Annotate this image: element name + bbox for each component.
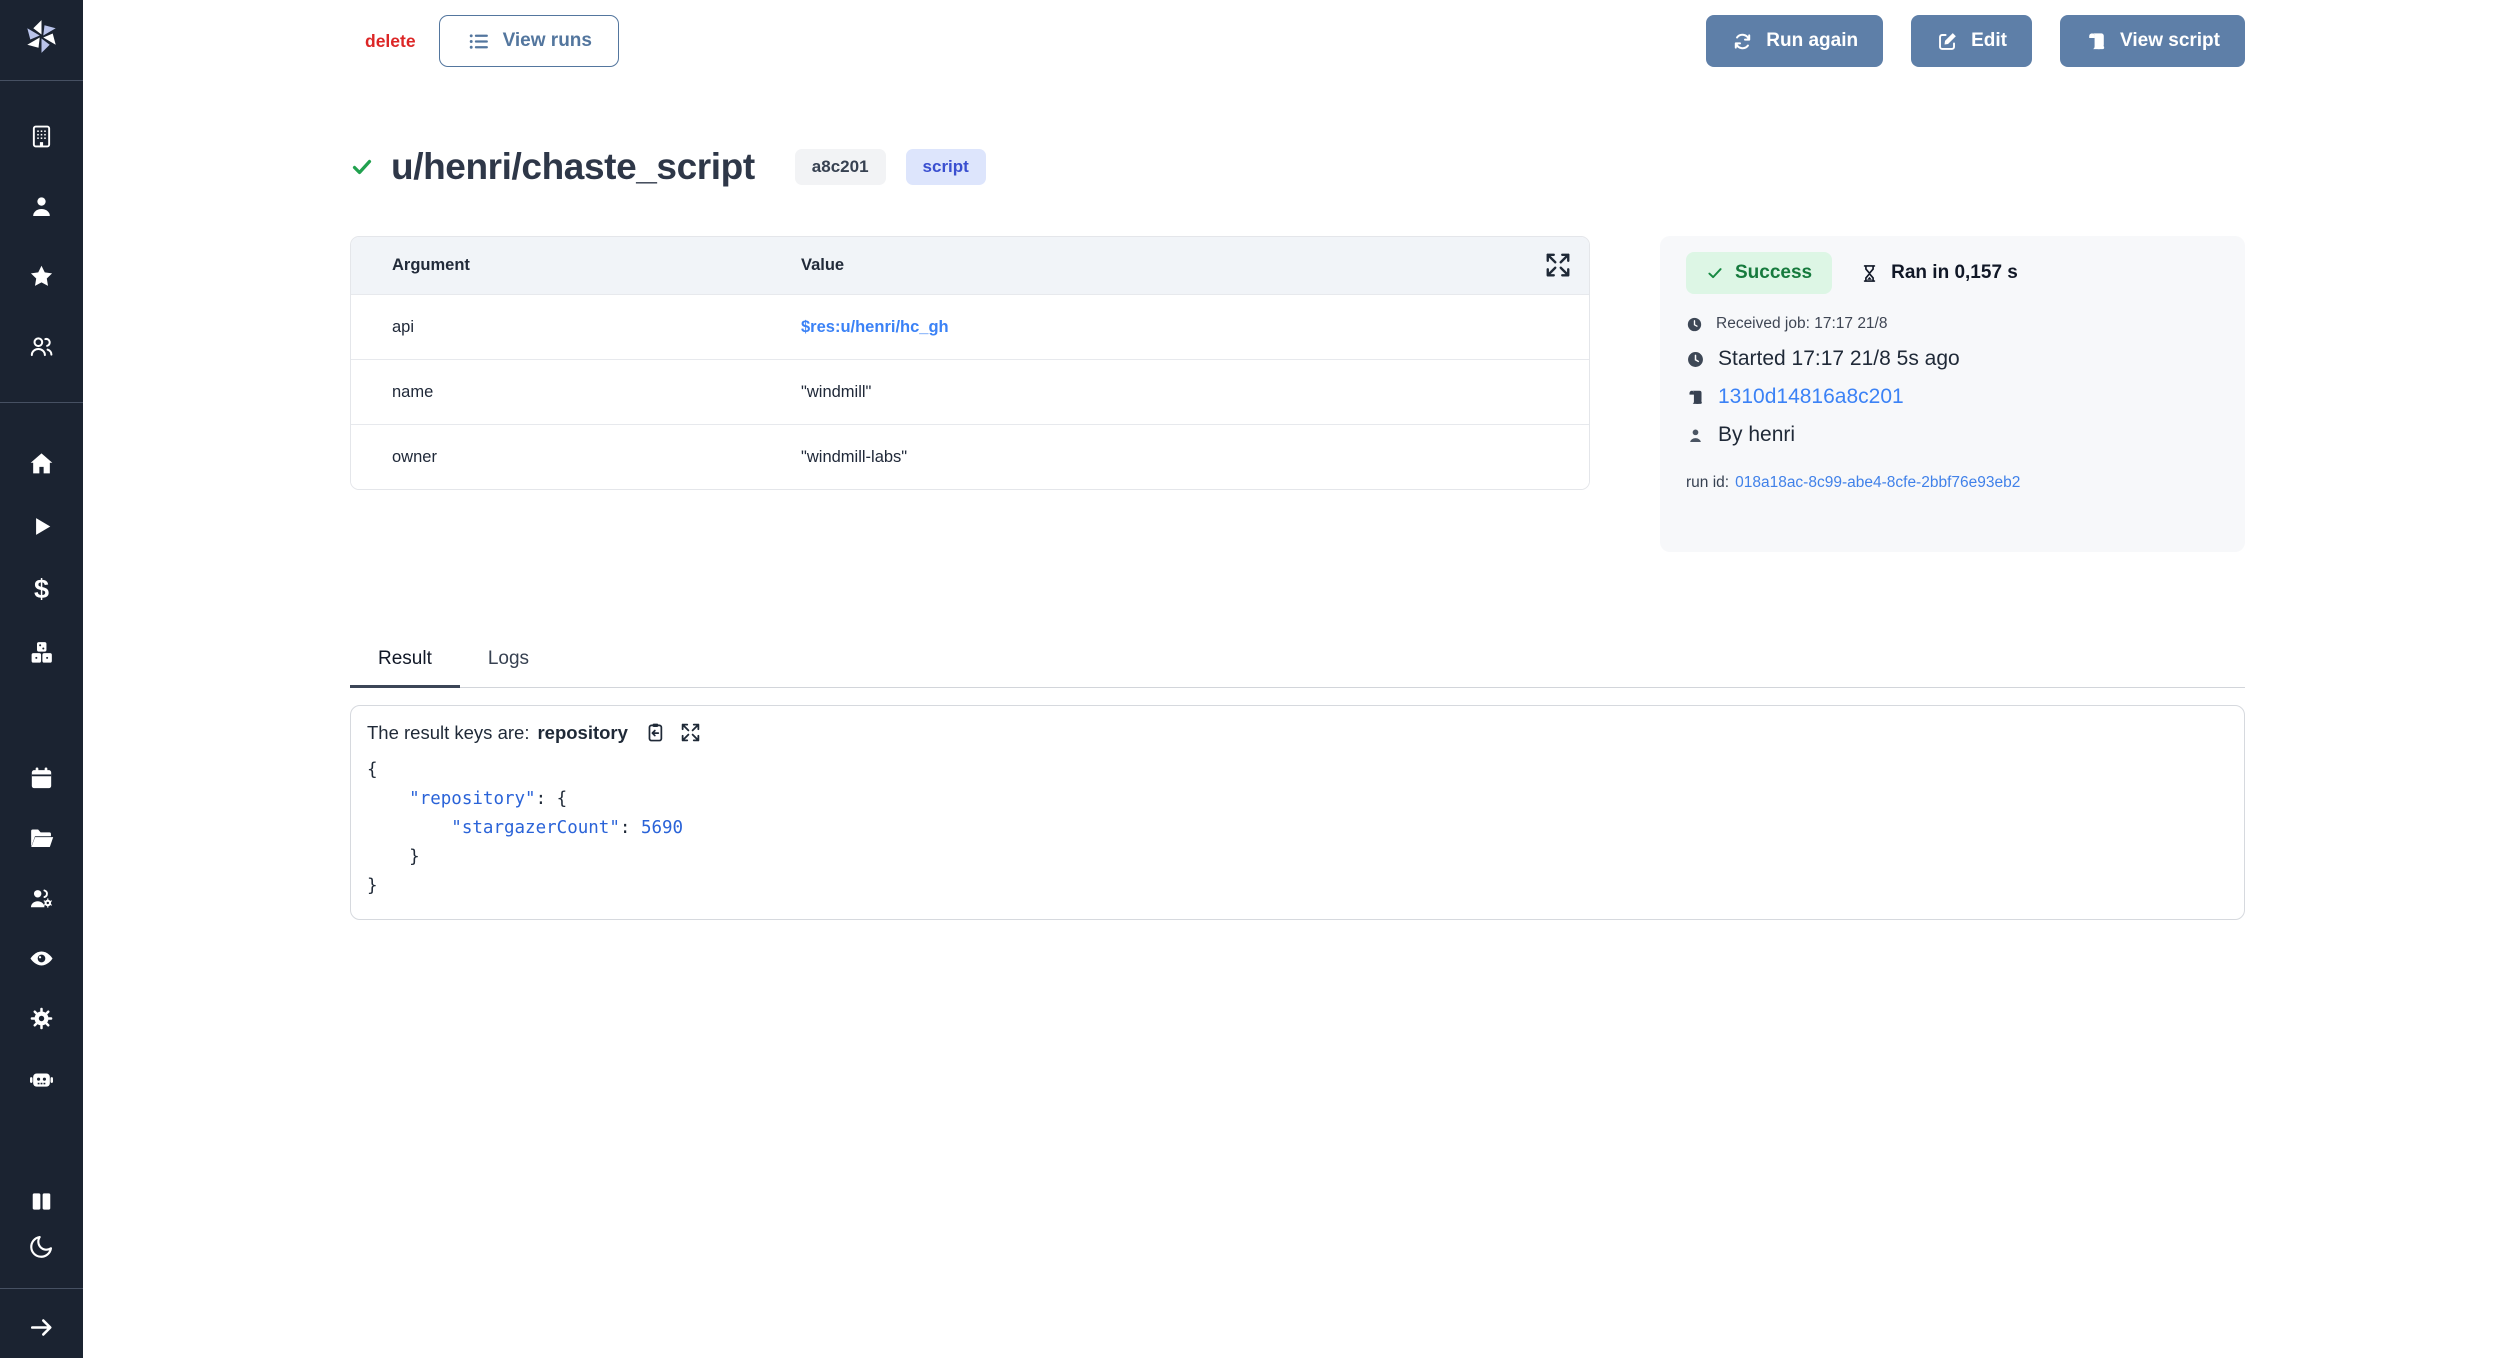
tab-logs[interactable]: Logs — [460, 648, 557, 687]
argument-name: api — [351, 318, 801, 337]
refresh-icon — [1731, 30, 1754, 53]
star-icon[interactable] — [28, 263, 55, 290]
groups-icon[interactable] — [28, 333, 55, 360]
result-keys-prefix: The result keys are: — [367, 722, 529, 744]
workers-users-gear-icon[interactable] — [28, 885, 55, 912]
edit-button[interactable]: Edit — [1911, 15, 2032, 67]
edit-pencil-icon — [1936, 30, 1959, 53]
moon-dark-mode-icon[interactable] — [28, 1233, 55, 1260]
table-row: owner "windmill-labs" — [351, 424, 1589, 489]
folder-icon[interactable] — [28, 825, 55, 852]
arguments-table: Argument Value api $res:u/henri/hc_gh na… — [350, 236, 1590, 490]
table-row: api $res:u/henri/hc_gh — [351, 294, 1589, 359]
table-row: name "windmill" — [351, 359, 1589, 424]
windmill-logo-icon[interactable] — [21, 16, 62, 57]
sidebar: $ — [0, 0, 83, 1358]
run-again-button[interactable]: Run again — [1706, 15, 1883, 67]
success-check-icon — [350, 155, 374, 179]
expand-sidebar-arrow-icon[interactable] — [28, 1314, 55, 1341]
argument-value-resource-link[interactable]: $res:u/henri/hc_gh — [801, 318, 1589, 337]
argument-value: "windmill-labs" — [801, 448, 1589, 467]
expand-table-icon[interactable] — [1543, 250, 1573, 280]
job-id-link[interactable]: 1310d14816a8c201 — [1718, 385, 1904, 409]
clock-icon — [1686, 350, 1705, 369]
run-id-link[interactable]: 018a18ac-8c99-abe4-8cfe-2bbf76e93eb2 — [1735, 474, 2020, 491]
scroll-icon — [2085, 30, 2108, 53]
page-title: u/henri/chaste_script — [391, 146, 755, 188]
copy-clipboard-icon[interactable] — [642, 721, 665, 744]
main-content: delete View runs Run again — [83, 0, 2500, 920]
view-runs-label: View runs — [503, 30, 592, 52]
expand-result-icon[interactable] — [679, 721, 702, 744]
robot-ai-icon[interactable] — [28, 1065, 55, 1092]
view-script-label: View script — [2120, 30, 2220, 52]
hash-badge: a8c201 — [795, 149, 886, 185]
result-key-name: repository — [537, 722, 627, 744]
title-row: u/henri/chaste_script a8c201 script — [350, 146, 2245, 188]
status-badge: Success — [1686, 252, 1832, 294]
arguments-table-header: Argument Value — [351, 237, 1589, 294]
column-argument: Argument — [351, 256, 801, 275]
delete-button[interactable]: delete — [365, 31, 416, 52]
job-id-row: 1310d14816a8c201 — [1686, 385, 2219, 409]
sidebar-divider — [0, 1288, 83, 1289]
argument-value: "windmill" — [801, 383, 1589, 402]
play-runs-icon[interactable] — [28, 513, 55, 540]
building-icon[interactable] — [28, 123, 55, 150]
result-panel: The result keys are: repository { — [350, 705, 2245, 920]
list-icon — [466, 29, 491, 54]
resources-cubes-icon[interactable] — [28, 639, 55, 666]
run-duration: Ran in 0,157 s — [1859, 262, 2018, 284]
view-runs-button[interactable]: View runs — [439, 15, 619, 67]
script-type-badge: script — [906, 149, 986, 185]
run-again-label: Run again — [1766, 30, 1858, 52]
view-script-button[interactable]: View script — [2060, 15, 2245, 67]
job-status-card: Success Ran in 0,157 s — [1660, 236, 2245, 552]
hourglass-icon — [1859, 263, 1880, 284]
received-job-row: Received job: 17:17 21/8 — [1686, 315, 2219, 333]
person-icon — [1686, 426, 1705, 445]
check-icon — [1706, 264, 1724, 282]
edit-label: Edit — [1971, 30, 2007, 52]
user-icon[interactable] — [28, 193, 55, 220]
run-id-row: run id:018a18ac-8c99-abe4-8cfe-2bbf76e93… — [1686, 474, 2219, 492]
eye-audit-icon[interactable] — [28, 945, 55, 972]
scroll-icon — [1686, 388, 1705, 407]
calendar-schedules-icon[interactable] — [28, 765, 55, 792]
dollar-variables-icon[interactable]: $ — [28, 576, 55, 603]
docs-columns-icon[interactable] — [28, 1188, 55, 1215]
result-json: { "repository": { "stargazerCount": 5690… — [367, 756, 2228, 901]
topbar: delete View runs Run again — [350, 15, 2245, 67]
result-tabs: Result Logs — [350, 648, 2245, 688]
column-value: Value — [801, 256, 1589, 275]
home-icon[interactable] — [28, 450, 55, 477]
tab-result[interactable]: Result — [350, 648, 460, 688]
argument-name: name — [351, 383, 801, 402]
started-row: Started 17:17 21/8 5s ago — [1686, 347, 2219, 371]
argument-name: owner — [351, 448, 801, 467]
triggered-by-row: By henri — [1686, 423, 2219, 447]
gear-settings-icon[interactable] — [28, 1005, 55, 1032]
clock-icon — [1686, 316, 1703, 333]
